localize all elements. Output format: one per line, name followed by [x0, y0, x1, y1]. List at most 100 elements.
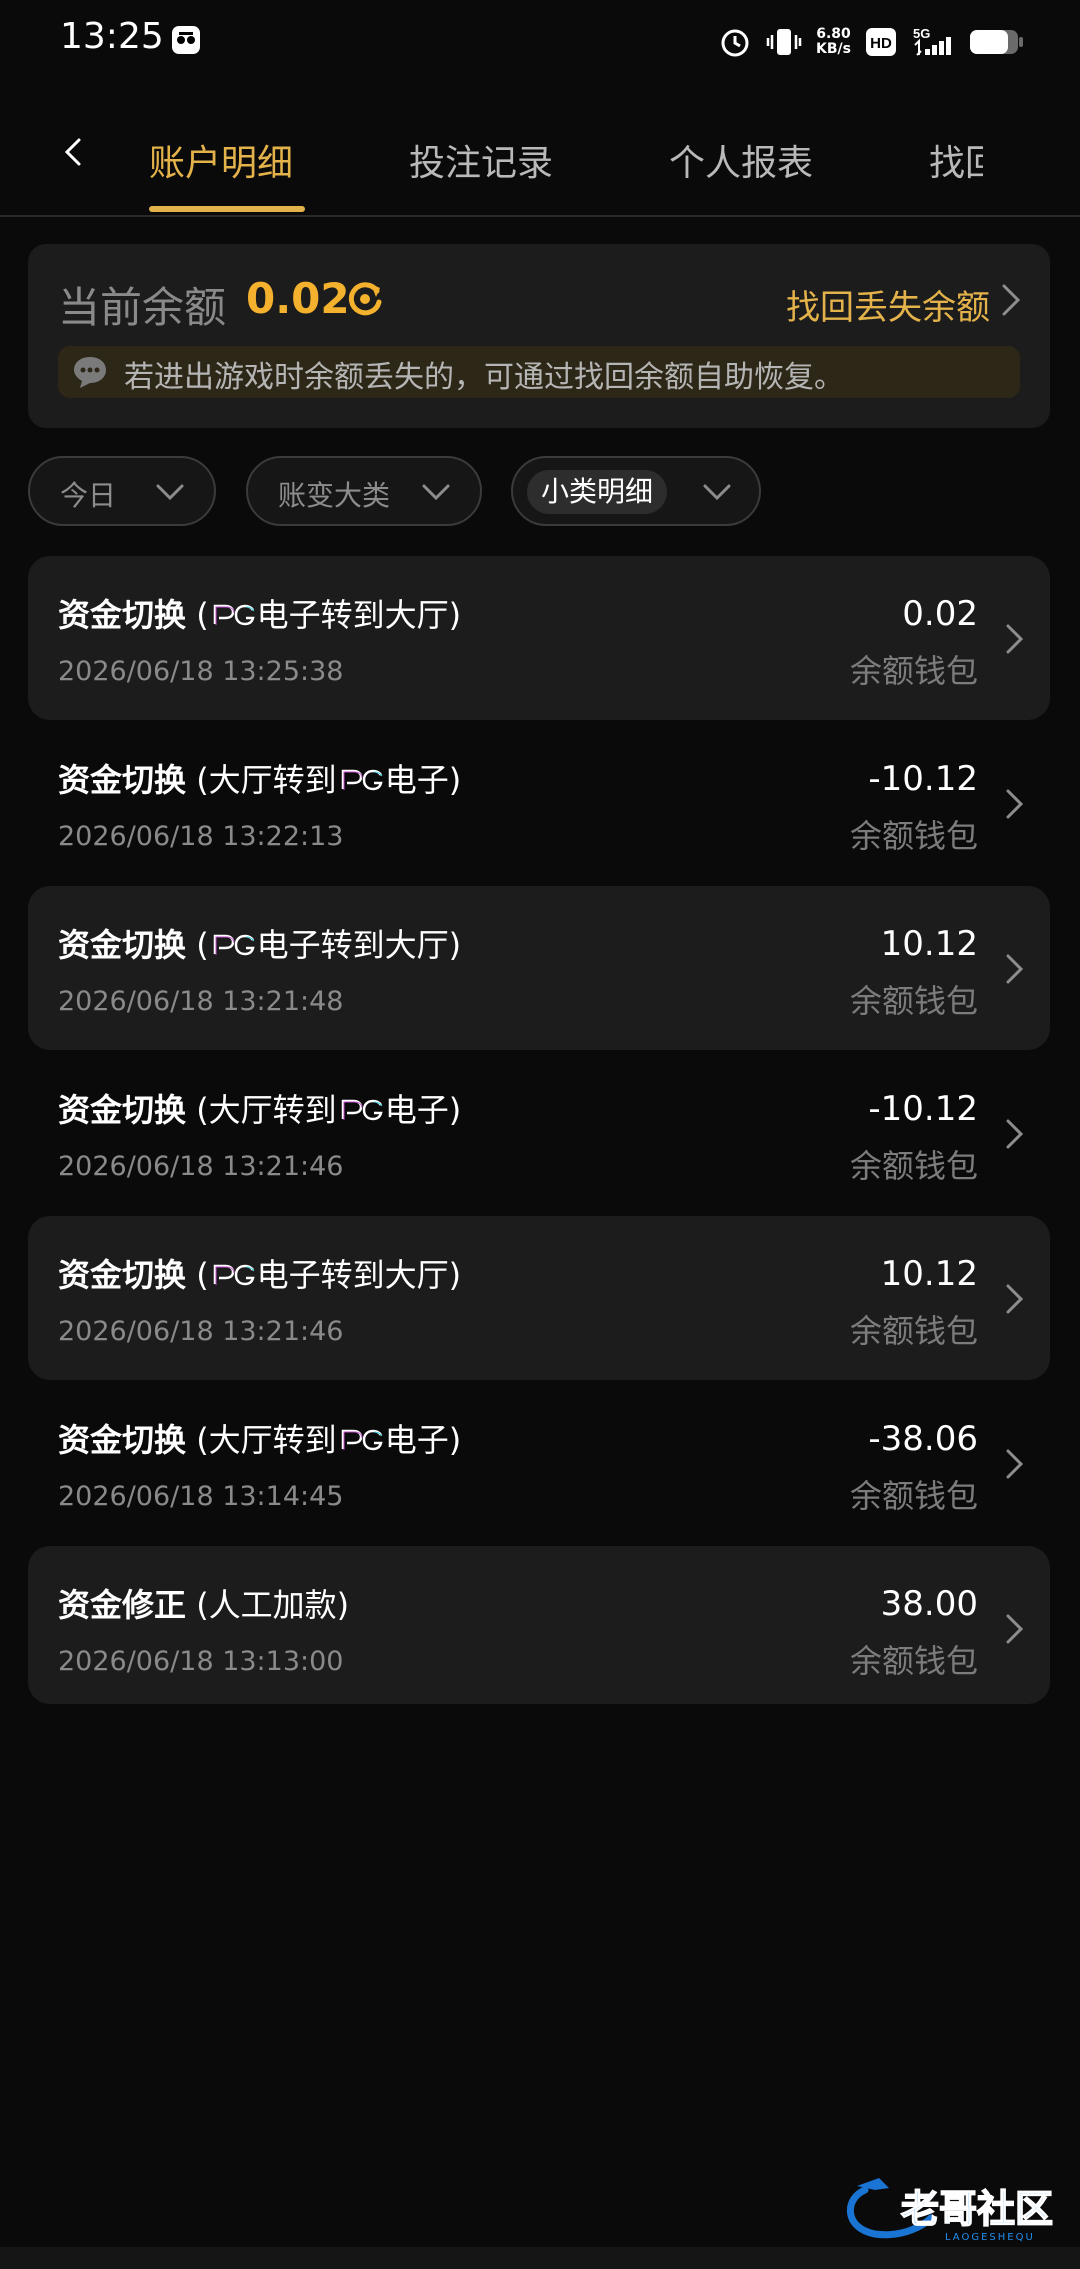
speed-value: 6.80 [816, 26, 851, 42]
tab-account-detail[interactable]: 账户明细 [149, 134, 293, 186]
hd-icon: HD [866, 28, 896, 56]
record-desc-suffix: 电子转到大厅) [256, 596, 462, 634]
chevron-right-icon [1006, 954, 1024, 984]
record-title: 资金切换 (大厅转到 电子) [58, 1085, 461, 1131]
recover-balance-link[interactable]: 找回丢失余额 [786, 280, 990, 329]
refresh-icon[interactable] [344, 278, 386, 320]
record-category: 资金切换 [58, 1421, 187, 1459]
vibrate-icon [766, 29, 802, 55]
speed-unit: KB/s [816, 41, 851, 57]
record-amount: -38.06 [868, 1419, 978, 1459]
record-desc-prefix: (大厅转到 [186, 1091, 337, 1129]
record-category: 资金切换 [58, 596, 187, 634]
record-category: 资金修正 [58, 1586, 187, 1624]
record-amount: 10.12 [880, 924, 978, 964]
record-wallet: 余额钱包 [849, 982, 978, 1020]
record-category: 资金切换 [58, 1256, 187, 1294]
record-row[interactable]: 资金切换 ( 电子转到大厅) 2026/06/18 13:21:48 10.12 余额钱… [28, 886, 1050, 1050]
record-desc-suffix: 电子) [384, 1421, 462, 1459]
filter-major-category[interactable]: 账变大类 [246, 456, 482, 526]
status-indicators: 6.80 KB/s HD 5G [718, 22, 1025, 62]
record-category: 资金切换 [58, 1091, 187, 1129]
tab-recover[interactable]: 找回 [929, 134, 983, 186]
record-amount: 0.02 [902, 594, 978, 634]
record-row[interactable]: 资金切换 (大厅转到 电子) 2026/06/18 13:22:13 -10.12 余额… [28, 721, 1050, 885]
filter-date[interactable]: 今日 [28, 456, 216, 526]
record-desc-suffix: 电子转到大厅) [256, 1256, 462, 1294]
record-category: 资金切换 [58, 926, 187, 964]
pg-logo-icon [341, 1429, 383, 1451]
chevron-right-icon[interactable] [996, 282, 1026, 318]
signal-5g-icon: 5G [913, 26, 951, 56]
back-arrow-icon[interactable] [54, 132, 94, 172]
record-desc-prefix: ( [186, 926, 209, 964]
watermark-logo: 老哥社区 LAOGESHEQU [847, 2178, 1054, 2243]
pg-logo-icon [213, 604, 255, 626]
bottom-edge [0, 2247, 1080, 2269]
tab-personal-report[interactable]: 个人报表 [669, 134, 813, 186]
filter-sub-category-label: 小类明细 [527, 470, 668, 514]
svg-text:5G: 5G [913, 26, 930, 41]
record-wallet: 余额钱包 [849, 1642, 978, 1680]
record-title: 资金切换 (大厅转到 电子) [58, 1415, 461, 1461]
chat-bubble-icon [74, 357, 106, 388]
record-amount: 38.00 [880, 1584, 978, 1624]
chevron-right-icon [1006, 624, 1024, 654]
record-amount: -10.12 [868, 1089, 978, 1129]
record-amount: -10.12 [868, 759, 978, 799]
chevron-right-icon [1006, 1284, 1024, 1314]
record-title: 资金切换 ( 电子转到大厅) [58, 920, 461, 966]
app-notification-icon [172, 26, 200, 54]
record-desc-suffix: 电子转到大厅) [256, 926, 462, 964]
balance-card: 当前余额 0.02 找回丢失余额 若进出游戏时余额丢失的，可通过找回余额自助恢复… [28, 244, 1050, 428]
record-title: 资金切换 ( 电子转到大厅) [58, 590, 461, 636]
record-wallet: 余额钱包 [849, 652, 978, 690]
chevron-right-icon [1006, 1449, 1024, 1479]
filter-date-label: 今日 [60, 479, 117, 512]
filter-sub-category[interactable]: 小类明细 [511, 456, 761, 526]
filter-major-category-label: 账变大类 [278, 479, 391, 512]
battery-icon [970, 30, 1023, 54]
chevron-down-icon [703, 484, 731, 501]
record-wallet: 余额钱包 [849, 1477, 978, 1515]
watermark-text: 老哥社区 [901, 2187, 1053, 2231]
chevron-right-icon [1006, 789, 1024, 819]
record-wallet: 余额钱包 [849, 1147, 978, 1185]
status-time: 13:25 [60, 16, 164, 57]
pg-logo-icon [341, 769, 383, 791]
svg-text:HD: HD [870, 35, 892, 52]
record-row[interactable]: 资金修正 (人工加款) 2026/06/18 13:13:00 38.00 余额钱包 [28, 1546, 1050, 1704]
balance-value: 0.02 [246, 274, 350, 323]
tab-bet-records[interactable]: 投注记录 [409, 134, 553, 186]
notice-bar: 若进出游戏时余额丢失的，可通过找回余额自助恢复。 [58, 346, 1020, 398]
notice-text: 若进出游戏时余额丢失的，可通过找回余额自助恢复。 [124, 360, 844, 395]
pg-logo-icon [341, 1099, 383, 1121]
record-time: 2026/06/18 13:21:46 [58, 1151, 344, 1182]
record-time: 2026/06/18 13:25:38 [58, 656, 344, 687]
record-desc-prefix: ( [186, 596, 209, 634]
record-desc-prefix: (大厅转到 [186, 1421, 337, 1459]
record-title: 资金修正 (人工加款) [58, 1580, 349, 1626]
record-desc-suffix: 电子) [384, 761, 462, 799]
record-desc-prefix: ( [186, 1256, 209, 1294]
pg-logo-icon [213, 1264, 255, 1286]
record-row[interactable]: 资金切换 (电子转到大厅) 2026/06/18 13:21:46 10.12 余额钱… [28, 1216, 1050, 1380]
status-bar: 13:25 6.80 KB/s HD 5G [0, 0, 1080, 82]
record-time: 2026/06/18 13:21:48 [58, 986, 344, 1017]
chevron-down-icon [156, 484, 184, 501]
alarm-icon [721, 29, 749, 57]
balance-label: 当前余额 [58, 283, 227, 332]
tab-bar: 账户明细 投注记录 个人报表 找回 [0, 100, 1080, 217]
network-speed: 6.80 KB/s [816, 27, 851, 57]
record-desc-suffix: 电子) [384, 1091, 462, 1129]
watermark-subtext: LAOGESHEQU [945, 2232, 1035, 2243]
tab-active-indicator [149, 206, 305, 212]
record-row[interactable]: 资金切换 ( 电子转到大厅) 2026/06/18 13:25:38 0.02 余额钱包 [28, 556, 1050, 720]
record-row[interactable]: 资金切换 (大厅转到 电子) 2026/06/18 13:14:45 -38.06 余额… [28, 1381, 1050, 1545]
record-category: 资金切换 [58, 761, 187, 799]
record-time: 2026/06/18 13:21:46 [58, 1316, 344, 1347]
pg-logo-icon [213, 934, 255, 956]
record-amount: 10.12 [880, 1254, 978, 1294]
record-row[interactable]: 资金切换 (大厅转到 电子) 2026/06/18 13:21:46 -10.12 余额… [28, 1051, 1050, 1215]
chevron-right-icon [1006, 1614, 1024, 1644]
